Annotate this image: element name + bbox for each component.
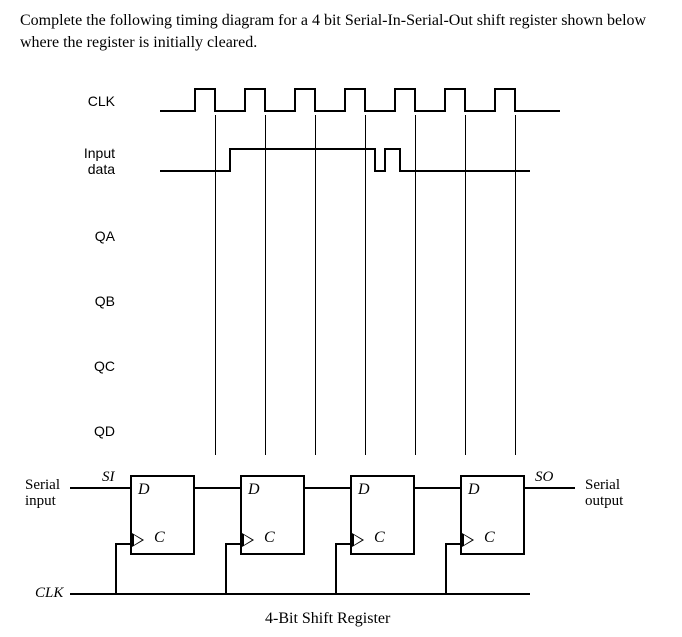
clk-stub-h [225, 543, 240, 545]
si-text: SI [102, 469, 115, 486]
flip-flop-3: DC [460, 475, 525, 555]
flip-flop-0: DC [130, 475, 195, 555]
clk-bus [70, 593, 530, 595]
input-waveform [160, 145, 580, 175]
d-label: D [248, 481, 260, 499]
circuit-diagram: Serial input SI DCDCDCDC SO Serial outpu… [20, 455, 662, 615]
q-to-d-wire [305, 487, 350, 489]
qd-label: QD [94, 423, 115, 439]
qc-label: QC [94, 358, 115, 374]
qd-row: QD [120, 415, 662, 455]
qb-row: QB [120, 285, 662, 325]
clk-stub [115, 543, 117, 595]
qc-row: QC [120, 350, 662, 390]
serial-input-text: Serial input [25, 477, 70, 510]
d-label: D [358, 481, 370, 499]
flip-flop-2: DC [350, 475, 415, 555]
qa-label: QA [95, 228, 115, 244]
clock-triangle-icon [132, 533, 144, 547]
clk-label: CLK [88, 93, 115, 109]
c-label: C [264, 529, 275, 547]
clk-stub [335, 543, 337, 595]
clk-row: CLK [120, 85, 662, 125]
qb-label: QB [95, 293, 115, 309]
so-text: SO [535, 469, 553, 486]
clk-text: CLK [35, 585, 63, 602]
d-label: D [138, 481, 150, 499]
input-label: Input data [84, 145, 115, 177]
q-to-d-wire [195, 487, 240, 489]
q-to-d-wire [415, 487, 460, 489]
clock-triangle-icon [352, 533, 364, 547]
qa-row: QA [120, 220, 662, 260]
question-text: Complete the following timing diagram fo… [20, 10, 662, 55]
c-label: C [154, 529, 165, 547]
c-label: C [484, 529, 495, 547]
clk-stub-h [115, 543, 130, 545]
clk-stub [445, 543, 447, 595]
si-wire [70, 487, 130, 489]
clock-triangle-icon [242, 533, 254, 547]
clk-stub [225, 543, 227, 595]
clock-triangle-icon [462, 533, 474, 547]
clk-stub-h [335, 543, 350, 545]
d-label: D [468, 481, 480, 499]
flip-flop-1: DC [240, 475, 305, 555]
timing-diagram: CLK Input data QA QB QC QD [120, 85, 662, 465]
input-row: Input data [120, 145, 662, 185]
serial-output-text: Serial output [585, 477, 640, 510]
c-label: C [374, 529, 385, 547]
so-wire [525, 487, 575, 489]
clk-waveform [160, 85, 580, 115]
circuit-caption: 4-Bit Shift Register [265, 610, 390, 628]
clk-stub-h [445, 543, 460, 545]
